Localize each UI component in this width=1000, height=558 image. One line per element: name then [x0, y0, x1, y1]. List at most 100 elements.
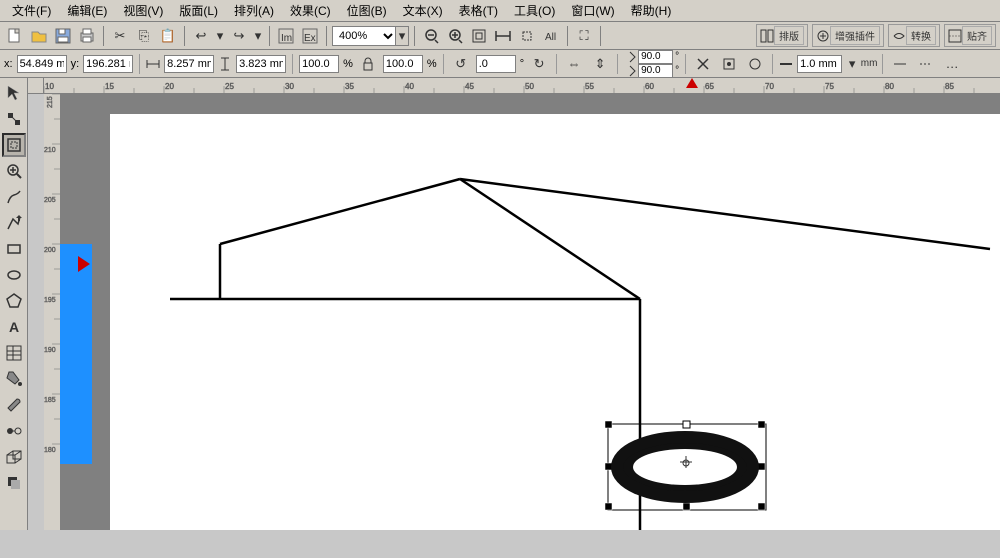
zoom-in-btn[interactable]: [444, 25, 466, 47]
x-input[interactable]: [17, 55, 67, 73]
clear-transform-btn[interactable]: [692, 53, 714, 75]
mirror-v-btn[interactable]: ⇕: [589, 53, 611, 75]
undo-button[interactable]: ↩: [190, 25, 212, 47]
svg-text:200: 200: [44, 247, 56, 254]
zengqiang-label[interactable]: 增强插件: [830, 26, 880, 45]
toolbar2: x: y: % % ↺ ° ↻ ⇔ ⇕ ° °: [0, 50, 1000, 78]
y-input[interactable]: [83, 55, 133, 73]
fullscreen-btn[interactable]: ⛶: [573, 25, 595, 47]
menu-item-effects[interactable]: 效果(C): [282, 0, 339, 21]
menu-item-window[interactable]: 窗口(W): [563, 0, 622, 21]
height-input[interactable]: [236, 55, 286, 73]
tool-polygon[interactable]: [2, 289, 26, 313]
menu-item-bitmap[interactable]: 位图(B): [339, 0, 395, 21]
style-btn2[interactable]: [915, 53, 937, 75]
undo-dropdown[interactable]: ▾: [214, 25, 226, 47]
zoom-selection-btn[interactable]: [516, 25, 538, 47]
tool-ellipse[interactable]: [2, 263, 26, 287]
menu-item-edit[interactable]: 编辑(E): [59, 0, 115, 21]
zoom-all-btn[interactable]: All: [540, 25, 562, 47]
tool-rectangle[interactable]: [2, 237, 26, 261]
zhuanhuan-label[interactable]: 转换: [906, 26, 936, 45]
print-button[interactable]: [76, 25, 98, 47]
svg-text:20: 20: [165, 82, 174, 91]
tool-text[interactable]: A: [2, 315, 26, 339]
sep-prop1: [139, 54, 140, 74]
tool-shadow[interactable]: [2, 471, 26, 495]
svg-text:A: A: [9, 319, 19, 335]
svg-text:45: 45: [465, 82, 474, 91]
paste-button[interactable]: 📋: [157, 25, 179, 47]
svg-text:Im: Im: [281, 33, 292, 44]
copy-button[interactable]: ⎘: [133, 25, 155, 47]
position-btn[interactable]: [718, 53, 740, 75]
open-button[interactable]: [28, 25, 50, 47]
thickness-dropdown[interactable]: ▾: [846, 53, 858, 75]
y-label: y:: [71, 58, 80, 70]
save-button[interactable]: [52, 25, 74, 47]
paiiban-label[interactable]: 排版: [774, 26, 804, 45]
redo-dropdown[interactable]: ▾: [252, 25, 264, 47]
rotate-ccw-btn[interactable]: ↺: [450, 53, 472, 75]
apply-btn[interactable]: [744, 53, 766, 75]
drawing-page: Corel: [110, 114, 1000, 530]
tool-extrude[interactable]: [2, 445, 26, 469]
tool-freehand[interactable]: [2, 185, 26, 209]
pct1-unit: %: [343, 58, 353, 70]
pct2-input[interactable]: [383, 55, 423, 73]
tool-eyedropper[interactable]: [2, 393, 26, 417]
zoom-width-btn[interactable]: [492, 25, 514, 47]
menu-item-table[interactable]: 表格(T): [451, 0, 506, 21]
redo-button[interactable]: ↪: [228, 25, 250, 47]
export-button[interactable]: Ex: [299, 25, 321, 47]
menu-item-arrange[interactable]: 排列(A): [226, 0, 282, 21]
sep-prop2: [292, 54, 293, 74]
svg-text:180: 180: [44, 447, 56, 454]
menu-item-view[interactable]: 视图(V): [115, 0, 171, 21]
svg-text:85: 85: [945, 82, 954, 91]
more-btn[interactable]: …: [941, 53, 963, 75]
zoom-dropdown-btn[interactable]: ▾: [395, 26, 409, 46]
svg-text:25: 25: [225, 82, 234, 91]
angle-input[interactable]: [476, 55, 516, 73]
niantie-label[interactable]: 贴齐: [962, 26, 992, 45]
rot1-unit: °: [675, 51, 679, 62]
niantie-group: 贴齐: [944, 24, 996, 47]
menu-item-layout[interactable]: 版面(L): [171, 0, 226, 21]
tool-node[interactable]: [2, 107, 26, 131]
rotate-cw-btn[interactable]: ↻: [528, 53, 550, 75]
lock-proportions-btn[interactable]: [357, 53, 379, 75]
rot2-input[interactable]: [638, 64, 673, 78]
svg-text:205: 205: [44, 197, 56, 204]
zoom-page-btn[interactable]: [468, 25, 490, 47]
separator5: [414, 26, 415, 46]
width-input[interactable]: [164, 55, 214, 73]
style-btn1[interactable]: [889, 53, 911, 75]
height-icon: [218, 57, 232, 71]
tool-table[interactable]: [2, 341, 26, 365]
zoom-input-group: 400% 100% 200% 800% ▾: [332, 26, 409, 46]
menu-item-file[interactable]: 文件(F): [4, 0, 59, 21]
tool-zoom[interactable]: [2, 159, 26, 183]
tool-blend[interactable]: [2, 419, 26, 443]
sep-prop5: [617, 54, 618, 74]
tool-select[interactable]: [2, 81, 26, 105]
pct1-input[interactable]: [299, 55, 339, 73]
import-button[interactable]: Im: [275, 25, 297, 47]
rot1-input[interactable]: [638, 50, 673, 64]
zoom-select[interactable]: 400% 100% 200% 800%: [332, 26, 397, 46]
mirror-h-btn[interactable]: ⇔: [563, 53, 585, 75]
new-button[interactable]: [4, 25, 26, 47]
thickness-input[interactable]: [797, 55, 842, 73]
thickness-unit-btn[interactable]: mm: [862, 53, 876, 75]
svg-text:60: 60: [645, 82, 654, 91]
tool-fill[interactable]: [2, 367, 26, 391]
menu-item-help[interactable]: 帮助(H): [623, 0, 680, 21]
zoom-out-btn[interactable]: [420, 25, 442, 47]
cut-button[interactable]: ✂: [109, 25, 131, 47]
tool-crop[interactable]: [2, 133, 26, 157]
menu-item-text[interactable]: 文本(X): [395, 0, 451, 21]
tool-smart[interactable]: [2, 211, 26, 235]
svg-text:15: 15: [105, 82, 114, 91]
menu-item-tools[interactable]: 工具(O): [506, 0, 563, 21]
